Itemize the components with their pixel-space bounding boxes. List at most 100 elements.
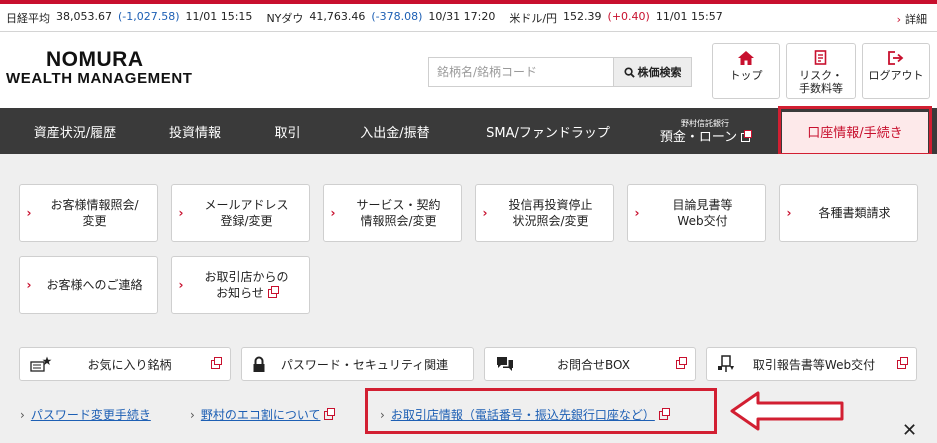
dow-change: (-378.08)	[371, 9, 423, 23]
chevron-right-icon: ›	[634, 206, 640, 220]
trade-report-button[interactable]: 取引報告書等Web交付	[706, 347, 917, 381]
external-link-icon	[267, 286, 279, 298]
star-list-icon	[30, 356, 52, 372]
risk-fee-button[interactable]: リスク・ 手数料等	[786, 43, 856, 99]
password-security-label: パスワード・セキュリティ関連	[280, 357, 449, 372]
link-password-change[interactable]: › パスワード変更手続き	[20, 406, 151, 423]
lock-icon	[253, 356, 265, 372]
usd-time: 11/01 15:57	[655, 9, 723, 23]
logout-button[interactable]: ログアウト	[862, 43, 930, 99]
tile-service-l2: 情報照会/変更	[360, 214, 437, 228]
chevron-right-icon: ›	[190, 408, 195, 422]
top-label: トップ	[729, 69, 763, 82]
top-button[interactable]: トップ	[712, 43, 780, 99]
tile-email-l2: 登録/変更	[220, 214, 273, 228]
dow-time: 10/31 17:20	[428, 9, 496, 23]
chevron-right-icon: ›	[26, 278, 32, 292]
inquiry-box-label: お問合せBOX	[557, 357, 630, 372]
nav-invest[interactable]: 投資情報	[150, 108, 240, 154]
dow-value: 41,763.46	[309, 9, 366, 23]
tile-service-contract[interactable]: › サービス・契約 情報照会/変更	[323, 184, 462, 242]
trade-report-label: 取引報告書等Web交付	[752, 357, 876, 372]
market-ticker: 日経平均 38,053.67 (-1,027.58) 11/01 15:15 N…	[0, 0, 937, 32]
close-icon[interactable]: ✕	[902, 420, 917, 441]
logout-icon	[888, 51, 904, 65]
home-icon	[738, 51, 754, 65]
tile-prospectus[interactable]: › 目論見書等 Web交付	[627, 184, 766, 242]
tile-fund-l2: 状況照会/変更	[512, 214, 589, 228]
external-link-icon	[676, 356, 687, 369]
tile-fund-reinvest[interactable]: › 投信再投資停止 状況照会/変更	[475, 184, 614, 242]
tile-service-l1: サービス・契約	[356, 198, 441, 212]
favorites-button[interactable]: お気に入り銘柄	[19, 347, 231, 381]
password-security-button[interactable]: パスワード・セキュリティ関連	[241, 347, 474, 381]
nikkei-change: (-1,027.58)	[117, 9, 180, 23]
arrow-left-icon	[730, 391, 844, 431]
report-delivery-icon	[718, 355, 734, 372]
chevron-right-icon: ›	[896, 13, 901, 26]
tile-email-l1: メールアドレス	[204, 198, 289, 212]
logo-line1: NOMURA	[46, 48, 144, 71]
stock-search-button[interactable]: 株価検索	[613, 58, 691, 86]
chevron-right-icon: ›	[178, 278, 184, 292]
nav-account[interactable]: 口座情報/手続き	[778, 106, 932, 156]
chevron-right-icon: ›	[330, 206, 336, 220]
nav-bank-small: 野村信託銀行	[681, 119, 729, 128]
stock-search: 株価検索	[428, 57, 692, 87]
tile-branch-l1: お取引店からの	[204, 270, 289, 284]
document-icon	[814, 50, 827, 65]
inquiry-box-button[interactable]: お問合せBOX	[484, 347, 696, 381]
link-eco-discount[interactable]: › 野村のエコ割について	[190, 406, 336, 423]
link-password-change-label: パスワード変更手続き	[30, 408, 151, 422]
search-icon	[623, 66, 635, 78]
usd-change: (+0.40)	[607, 9, 650, 23]
favorites-label: お気に入り銘柄	[87, 357, 172, 372]
nikkei-value: 38,053.67	[56, 9, 112, 23]
external-link-icon	[897, 356, 908, 369]
usd-value: 152.39	[563, 9, 602, 23]
risk-label-1: リスク・	[799, 69, 843, 82]
chevron-right-icon: ›	[178, 206, 184, 220]
tile-document-request-label: 各種書類請求	[818, 206, 891, 220]
nikkei-time: 11/01 15:15	[185, 9, 253, 23]
nav-assets[interactable]: 資産状況/履歴	[10, 108, 140, 154]
nav-trade[interactable]: 取引	[255, 108, 320, 154]
external-link-icon	[211, 356, 222, 369]
link-eco-label: 野村のエコ割について	[200, 408, 321, 422]
external-link-icon	[324, 408, 336, 420]
tile-branch-news[interactable]: › お取引店からのお知らせ	[171, 256, 310, 314]
tile-prospectus-l1: 目論見書等	[672, 198, 733, 212]
tile-customer-info[interactable]: › お客様情報照会/変更	[19, 184, 158, 242]
stock-search-input[interactable]	[429, 58, 613, 86]
chevron-right-icon: ›	[26, 206, 32, 220]
ticker-detail-link[interactable]: › 詳細	[897, 11, 927, 27]
highlight-box	[365, 388, 717, 434]
nav-sma[interactable]: SMA/ファンドラップ	[468, 108, 628, 154]
nav-bank[interactable]: 野村信託銀行 預金・ローン	[645, 108, 765, 154]
nikkei-label: 日経平均	[6, 11, 50, 25]
usd-label: 米ドル/円	[509, 11, 558, 25]
risk-label-2: 手数料等	[799, 82, 843, 95]
chevron-right-icon: ›	[20, 408, 25, 422]
detail-label: 詳細	[905, 13, 927, 26]
tile-notices[interactable]: › お客様へのご連絡	[19, 256, 158, 314]
tile-notices-label: お客様へのご連絡	[46, 278, 143, 292]
tile-prospectus-l2: Web交付	[677, 214, 728, 228]
chevron-right-icon: ›	[482, 206, 488, 220]
chat-icon	[497, 357, 513, 371]
tile-branch-l2: お知らせ	[216, 286, 264, 300]
tile-customer-info-l2: 変更	[82, 214, 107, 228]
external-link-icon	[741, 130, 753, 142]
nav-bank-label: 預金・ローン	[659, 130, 738, 145]
tile-customer-info-l1: お客様情報照会/	[50, 198, 139, 212]
tile-fund-l1: 投信再投資停止	[508, 198, 593, 212]
nomura-logo[interactable]: NOMURA WEALTH MANAGEMENT	[6, 48, 206, 87]
chevron-right-icon: ›	[786, 206, 792, 220]
logo-line2: WEALTH MANAGEMENT	[6, 70, 193, 87]
nav-deposit[interactable]: 入出金/振替	[340, 108, 450, 154]
logout-label: ログアウト	[868, 69, 924, 82]
search-button-label: 株価検索	[637, 66, 682, 79]
tile-email[interactable]: › メールアドレス 登録/変更	[171, 184, 310, 242]
tile-document-request[interactable]: › 各種書類請求	[779, 184, 918, 242]
dow-label: NYダウ	[266, 11, 304, 25]
